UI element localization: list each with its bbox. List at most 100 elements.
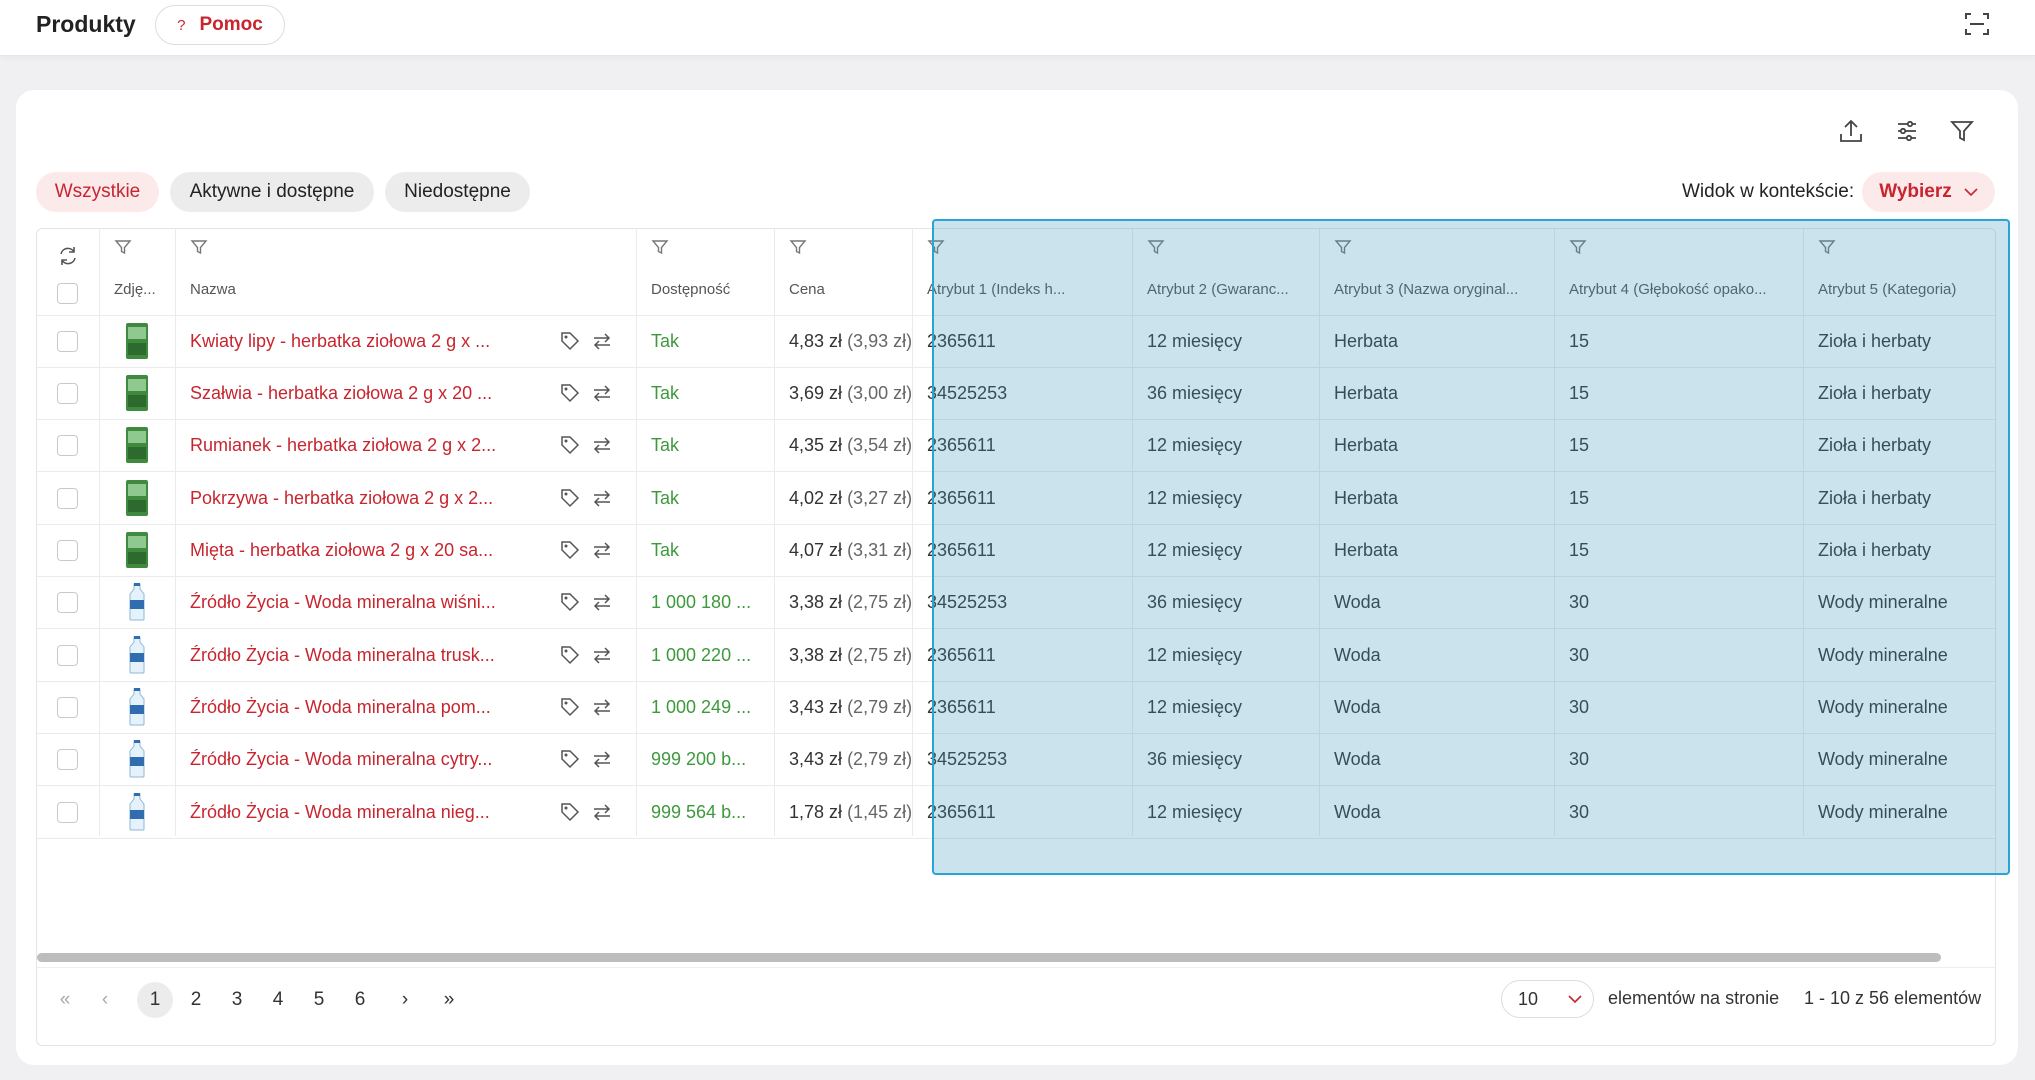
- swap-arrows-icon[interactable]: [591, 801, 613, 823]
- refresh-icon[interactable]: [57, 245, 79, 267]
- swap-arrows-icon[interactable]: [591, 748, 613, 770]
- price-net: (3,00 zł): [847, 383, 913, 403]
- tag-icon[interactable]: [559, 487, 581, 509]
- row-divider: [37, 419, 1995, 420]
- page-button-4[interactable]: 4: [260, 982, 296, 1018]
- price-gross: 4,07 zł: [789, 540, 843, 560]
- tag-icon[interactable]: [559, 539, 581, 561]
- column-divider: [1554, 229, 1555, 836]
- column-header-attribute-5[interactable]: Atrybut 5 (Kategoria): [1818, 281, 1992, 298]
- column-filter-icon[interactable]: [1569, 238, 1587, 256]
- column-filter-icon[interactable]: [1818, 238, 1836, 256]
- row-divider: [37, 471, 1995, 472]
- compare-scale-icon[interactable]: [591, 487, 613, 509]
- attribute-2-value: 36 miesięcy: [1147, 749, 1243, 769]
- column-filter-icon[interactable]: [651, 238, 669, 256]
- help-button[interactable]: ? Pomoc: [155, 5, 285, 45]
- page-button-2[interactable]: 2: [178, 982, 214, 1018]
- product-name-link[interactable]: Kwiaty lipy - herbatka ziołowa 2 g x ...: [190, 330, 510, 352]
- attribute-4-value: 30: [1569, 592, 1590, 612]
- tab-all[interactable]: Wszystkie: [36, 172, 159, 212]
- column-header-attribute-3[interactable]: Atrybut 3 (Nazwa oryginal...: [1334, 281, 1549, 298]
- compare-scale-icon[interactable]: [591, 382, 613, 404]
- tag-icon[interactable]: [559, 591, 581, 613]
- compare-scale-icon[interactable]: [591, 434, 613, 456]
- row-checkbox[interactable]: [57, 802, 78, 823]
- tag-icon[interactable]: [559, 330, 581, 352]
- row-checkbox[interactable]: [57, 540, 78, 561]
- price-value: 4,35 zł (3,54 zł): [789, 434, 929, 456]
- product-name-link[interactable]: Źródło Życia - Woda mineralna wiśni...: [190, 591, 510, 613]
- product-name-link[interactable]: Pokrzywa - herbatka ziołowa 2 g x 2...: [190, 487, 510, 509]
- row-checkbox[interactable]: [57, 592, 78, 613]
- price-value: 3,69 zł (3,00 zł): [789, 382, 929, 404]
- column-header-attribute-1[interactable]: Atrybut 1 (Indeks h...: [927, 281, 1127, 298]
- tag-icon[interactable]: [559, 644, 581, 666]
- row-checkbox[interactable]: [57, 383, 78, 404]
- row-checkbox[interactable]: [57, 488, 78, 509]
- tag-icon[interactable]: [559, 382, 581, 404]
- first-page-button[interactable]: «: [47, 982, 83, 1018]
- product-name-link[interactable]: Źródło Życia - Woda mineralna trusk...: [190, 644, 510, 666]
- page-button-1[interactable]: 1: [137, 982, 173, 1018]
- compare-scale-icon[interactable]: [591, 330, 613, 352]
- row-checkbox[interactable]: [57, 645, 78, 666]
- next-page-button[interactable]: ›: [387, 982, 423, 1018]
- tab-unavailable[interactable]: Niedostępne: [385, 172, 530, 212]
- column-header-attribute-4[interactable]: Atrybut 4 (Głębokość opako...: [1569, 281, 1798, 298]
- column-filter-icon[interactable]: [1334, 238, 1352, 256]
- swap-arrows-icon[interactable]: [591, 644, 613, 666]
- column-header-attribute-2[interactable]: Atrybut 2 (Gwaranc...: [1147, 281, 1314, 298]
- availability-value: Tak: [651, 331, 680, 351]
- select-all-checkbox[interactable]: [57, 283, 78, 304]
- price-net: (2,75 zł): [847, 592, 913, 612]
- tag-icon[interactable]: [559, 696, 581, 718]
- row-checkbox[interactable]: [57, 435, 78, 456]
- column-filter-icon[interactable]: [1147, 238, 1165, 256]
- product-name-link[interactable]: Mięta - herbatka ziołowa 2 g x 20 sa...: [190, 539, 510, 561]
- swap-arrows-icon[interactable]: [591, 591, 613, 613]
- page-size-select[interactable]: 10: [1501, 980, 1594, 1018]
- compare-scale-icon[interactable]: [591, 539, 613, 561]
- context-view-select[interactable]: Wybierz: [1862, 172, 1995, 212]
- price-value: 4,83 zł (3,93 zł): [789, 330, 929, 352]
- attribute-4-value: 15: [1569, 488, 1590, 508]
- page-button-6[interactable]: 6: [342, 982, 378, 1018]
- column-header-name[interactable]: Nazwa: [190, 281, 631, 298]
- column-filter-icon[interactable]: [789, 238, 807, 256]
- row-checkbox[interactable]: [57, 697, 78, 718]
- attribute-4-value: 15: [1569, 540, 1590, 560]
- horizontal-scrollbar[interactable]: [37, 953, 1941, 962]
- attribute-1-value: 2365611: [927, 645, 996, 665]
- swap-arrows-icon[interactable]: [591, 696, 613, 718]
- column-header-availability[interactable]: Dostępność: [651, 281, 769, 298]
- attribute-1-value: 34525253: [927, 592, 1008, 612]
- page-button-3[interactable]: 3: [219, 982, 255, 1018]
- product-name-link[interactable]: Szałwia - herbatka ziołowa 2 g x 20 ...: [190, 382, 510, 404]
- last-page-button[interactable]: »: [431, 982, 467, 1018]
- column-header-price[interactable]: Cena: [789, 281, 907, 298]
- attribute-4-value: 30: [1569, 749, 1590, 769]
- product-name-link[interactable]: Źródło Życia - Woda mineralna nieg...: [190, 801, 510, 823]
- tab-active-available[interactable]: Aktywne i dostępne: [170, 172, 374, 212]
- attribute-2-value: 12 miesięcy: [1147, 331, 1243, 351]
- column-filter-icon[interactable]: [190, 238, 208, 256]
- fullscreen-icon[interactable]: [1963, 10, 1991, 38]
- tag-icon[interactable]: [559, 434, 581, 456]
- filter-icon[interactable]: [1947, 116, 1977, 146]
- column-header-image[interactable]: Zdję...: [114, 281, 170, 298]
- product-name-link[interactable]: Źródło Życia - Woda mineralna pom...: [190, 696, 510, 718]
- product-name-link[interactable]: Rumianek - herbatka ziołowa 2 g x 2...: [190, 434, 510, 456]
- row-checkbox[interactable]: [57, 331, 78, 352]
- row-checkbox[interactable]: [57, 749, 78, 770]
- export-icon[interactable]: [1836, 116, 1866, 146]
- price-value: 1,78 zł (1,45 zł): [789, 801, 929, 823]
- tag-icon[interactable]: [559, 801, 581, 823]
- tag-icon[interactable]: [559, 748, 581, 770]
- prev-page-button[interactable]: ‹: [87, 982, 123, 1018]
- settings-sliders-icon[interactable]: [1892, 116, 1922, 146]
- product-name-link[interactable]: Źródło Życia - Woda mineralna cytry...: [190, 748, 510, 770]
- page-button-5[interactable]: 5: [301, 982, 337, 1018]
- column-filter-icon[interactable]: [114, 238, 132, 256]
- column-filter-icon[interactable]: [927, 238, 945, 256]
